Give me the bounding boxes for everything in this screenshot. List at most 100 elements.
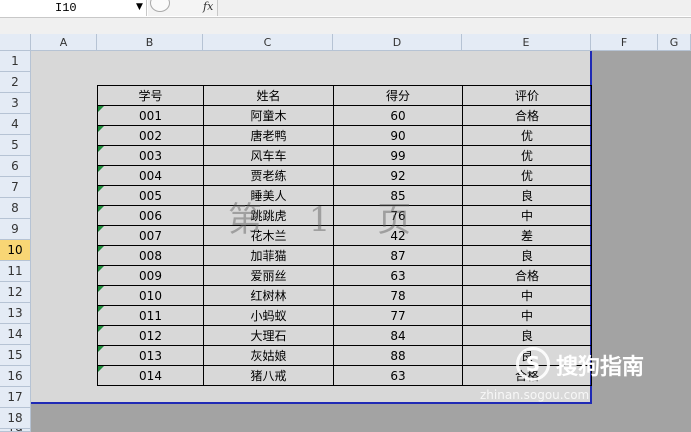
student-id-cell[interactable]: 007 (97, 225, 204, 246)
rating-cell[interactable]: 优 (462, 145, 592, 166)
student-id-cell[interactable]: 014 (97, 365, 204, 386)
table-row: 001 阿童木 60 合格 (97, 105, 592, 126)
rating-cell[interactable]: 优 (462, 165, 592, 186)
text-number-marker-icon (98, 246, 104, 252)
row-header-active[interactable]: 10 (0, 240, 31, 261)
student-id-cell[interactable]: 008 (97, 245, 204, 266)
score-cell[interactable]: 90 (333, 125, 463, 146)
rating-cell[interactable]: 中 (462, 205, 592, 226)
name-box[interactable]: I10 ▼ (0, 0, 147, 16)
page-number-watermark: 第 1 页 (228, 200, 430, 240)
name-box-value: I10 (55, 1, 77, 15)
cell-text: 001 (139, 108, 162, 123)
text-number-marker-icon (98, 126, 104, 132)
row-header[interactable]: 3 (0, 93, 31, 114)
row-header[interactable]: 6 (0, 156, 31, 177)
student-id-cell[interactable]: 011 (97, 305, 204, 326)
select-all-corner[interactable] (0, 34, 31, 51)
row-header[interactable]: 11 (0, 261, 31, 282)
name-cell[interactable]: 贾老练 (203, 165, 334, 186)
row-header[interactable]: 13 (0, 303, 31, 324)
table-row: 010 红树林 78 中 (97, 285, 592, 306)
score-cell[interactable]: 78 (333, 285, 463, 306)
brand-logo-icon: S (516, 347, 550, 381)
row-header[interactable]: 16 (0, 366, 31, 387)
column-header-b[interactable]: B (97, 34, 203, 51)
row-header[interactable]: 7 (0, 177, 31, 198)
student-id-cell[interactable]: 010 (97, 285, 204, 306)
table-row: 008 加菲猫 87 良 (97, 245, 592, 266)
header-score[interactable]: 得分 (333, 85, 463, 106)
name-cell[interactable]: 红树林 (203, 285, 334, 306)
row-header[interactable]: 1 (0, 51, 31, 72)
rating-cell[interactable]: 合格 (462, 265, 592, 286)
rating-cell[interactable]: 良 (462, 325, 592, 346)
rating-cell[interactable]: 优 (462, 125, 592, 146)
function-area: fx (148, 0, 218, 16)
row-header[interactable]: 15 (0, 345, 31, 366)
column-header-f[interactable]: F (591, 34, 658, 51)
row-header[interactable]: 18 (0, 408, 31, 429)
student-id-cell[interactable]: 004 (97, 165, 204, 186)
student-id-cell[interactable]: 012 (97, 325, 204, 346)
student-id-cell[interactable]: 002 (97, 125, 204, 146)
column-header-c[interactable]: C (203, 34, 333, 51)
table-row: 009 爱丽丝 63 合格 (97, 265, 592, 286)
column-header-d[interactable]: D (333, 34, 462, 51)
score-cell[interactable]: 87 (333, 245, 463, 266)
rating-cell[interactable]: 差 (462, 225, 592, 246)
name-cell[interactable]: 加菲猫 (203, 245, 334, 266)
row-header[interactable]: 9 (0, 219, 31, 240)
column-header-e[interactable]: E (462, 34, 591, 51)
header-name[interactable]: 姓名 (203, 85, 334, 106)
header-student-id[interactable]: 学号 (97, 85, 204, 106)
cell-text: 009 (139, 268, 162, 283)
name-cell[interactable]: 风车车 (203, 145, 334, 166)
rating-cell[interactable]: 良 (462, 245, 592, 266)
formula-input[interactable] (218, 0, 691, 16)
name-cell[interactable]: 阿童木 (203, 105, 334, 126)
score-cell[interactable]: 60 (333, 105, 463, 126)
score-cell[interactable]: 92 (333, 165, 463, 186)
student-id-cell[interactable]: 005 (97, 185, 204, 206)
expand-handle[interactable] (150, 0, 170, 12)
formula-bar: I10 ▼ fx (0, 0, 691, 18)
row-header[interactable]: 8 (0, 198, 31, 219)
row-header[interactable]: 5 (0, 135, 31, 156)
score-cell[interactable]: 84 (333, 325, 463, 346)
name-cell[interactable]: 唐老鸭 (203, 125, 334, 146)
score-cell[interactable]: 88 (333, 345, 463, 366)
name-cell[interactable]: 灰姑娘 (203, 345, 334, 366)
score-cell[interactable]: 99 (333, 145, 463, 166)
column-header-g[interactable]: G (658, 34, 691, 51)
name-cell[interactable]: 大理石 (203, 325, 334, 346)
score-cell[interactable]: 63 (333, 265, 463, 286)
rating-cell[interactable]: 中 (462, 305, 592, 326)
row-header[interactable]: 12 (0, 282, 31, 303)
text-number-marker-icon (98, 326, 104, 332)
insert-function-icon[interactable]: fx (203, 0, 213, 13)
student-id-cell[interactable]: 006 (97, 205, 204, 226)
rating-cell[interactable]: 良 (462, 185, 592, 206)
row-header[interactable]: 14 (0, 324, 31, 345)
student-id-cell[interactable]: 001 (97, 105, 204, 126)
header-rating[interactable]: 评价 (462, 85, 592, 106)
student-id-cell[interactable]: 009 (97, 265, 204, 286)
column-header-a[interactable]: A (31, 34, 97, 51)
row-header[interactable]: 4 (0, 114, 31, 135)
name-cell[interactable]: 猪八戒 (203, 365, 334, 386)
cell-text: 003 (139, 148, 162, 163)
rating-cell[interactable]: 合格 (462, 105, 592, 126)
score-cell[interactable]: 63 (333, 365, 463, 386)
student-id-cell[interactable]: 013 (97, 345, 204, 366)
chevron-down-icon[interactable]: ▼ (136, 2, 143, 12)
student-id-cell[interactable]: 003 (97, 145, 204, 166)
table-row: 012 大理石 84 良 (97, 325, 592, 346)
name-cell[interactable]: 小蚂蚁 (203, 305, 334, 326)
row-header[interactable]: 2 (0, 72, 31, 93)
cell-text: 013 (139, 348, 162, 363)
rating-cell[interactable]: 中 (462, 285, 592, 306)
score-cell[interactable]: 77 (333, 305, 463, 326)
row-header[interactable]: 17 (0, 387, 31, 408)
name-cell[interactable]: 爱丽丝 (203, 265, 334, 286)
